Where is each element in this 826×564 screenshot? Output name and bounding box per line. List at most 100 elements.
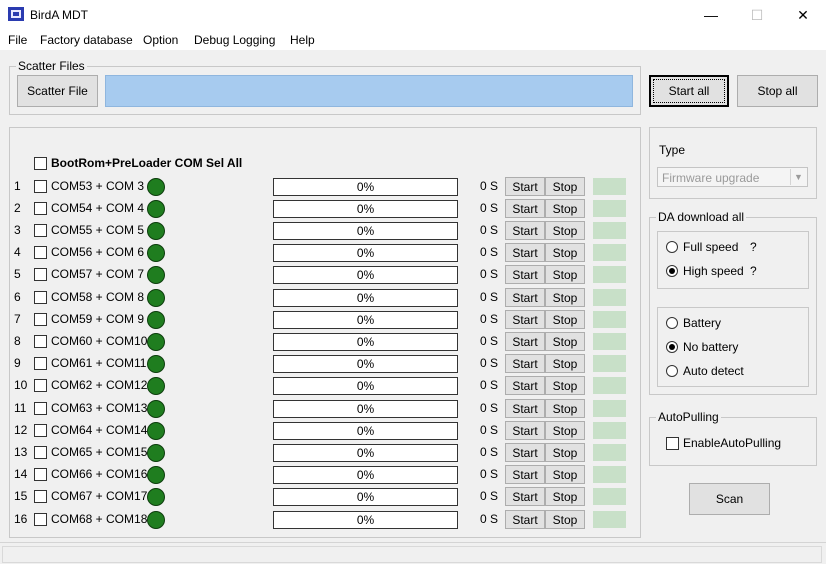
port-index: 2 [14, 201, 21, 215]
port-start-button[interactable]: Start [505, 510, 545, 529]
port-checkbox[interactable] [34, 202, 47, 215]
port-stop-button[interactable]: Stop [545, 487, 585, 506]
port-index: 14 [14, 467, 28, 481]
port-progress-bar: 0% [273, 244, 458, 262]
port-start-button[interactable]: Start [505, 221, 545, 240]
port-index: 11 [14, 401, 27, 415]
menu-option[interactable]: Option [143, 33, 178, 47]
port-stop-button[interactable]: Stop [545, 265, 585, 284]
port-row: 16 COM68 + COM18 0% 0 S Start Stop [14, 509, 634, 531]
port-status-cell [593, 311, 626, 328]
port-start-button[interactable]: Start [505, 487, 545, 506]
port-start-button[interactable]: Start [505, 443, 545, 462]
port-index: 15 [14, 489, 28, 503]
port-stop-button[interactable]: Stop [545, 243, 585, 262]
port-checkbox[interactable] [34, 268, 47, 281]
port-checkbox[interactable] [34, 335, 47, 348]
maximize-icon: ☐ [750, 6, 764, 23]
maximize-button[interactable]: ☐ [734, 0, 780, 30]
port-checkbox[interactable] [34, 490, 47, 503]
port-start-button[interactable]: Start [505, 288, 545, 307]
port-elapsed-time: 0 S [480, 512, 499, 526]
port-stop-button[interactable]: Stop [545, 421, 585, 440]
scatter-file-path-field[interactable] [105, 75, 633, 107]
status-led-icon [147, 266, 165, 284]
port-checkbox[interactable] [34, 446, 47, 459]
select-all-checkbox[interactable] [34, 157, 47, 170]
port-stop-button[interactable]: Stop [545, 399, 585, 418]
status-led-icon [147, 511, 165, 529]
port-checkbox[interactable] [34, 180, 47, 193]
port-checkbox[interactable] [34, 291, 47, 304]
menu-file[interactable]: File [8, 33, 27, 47]
port-stop-button[interactable]: Stop [545, 310, 585, 329]
port-checkbox[interactable] [34, 468, 47, 481]
port-stop-button[interactable]: Stop [545, 332, 585, 351]
port-index: 5 [14, 267, 21, 281]
port-row: 14 COM66 + COM16 0% 0 S Start Stop [14, 464, 634, 486]
port-checkbox[interactable] [34, 313, 47, 326]
port-start-button[interactable]: Start [505, 399, 545, 418]
scatter-files-title: Scatter Files [16, 59, 87, 73]
port-stop-button[interactable]: Stop [545, 221, 585, 240]
port-checkbox[interactable] [34, 379, 47, 392]
port-progress-bar: 0% [273, 422, 458, 440]
port-stop-button[interactable]: Stop [545, 510, 585, 529]
status-led-icon [147, 488, 165, 506]
port-start-button[interactable]: Start [505, 376, 545, 395]
port-stop-button[interactable]: Stop [545, 199, 585, 218]
port-start-button[interactable]: Start [505, 465, 545, 484]
stop-all-button[interactable]: Stop all [737, 75, 818, 107]
port-checkbox[interactable] [34, 246, 47, 259]
port-status-cell [593, 422, 626, 439]
high-speed-radio[interactable] [666, 265, 678, 277]
status-led-icon [147, 311, 165, 329]
port-progress-bar: 0% [273, 289, 458, 307]
menu-debug-logging[interactable]: Debug Logging [194, 33, 275, 47]
type-select[interactable]: Firmware upgrade ▼ [657, 167, 808, 187]
port-start-button[interactable]: Start [505, 243, 545, 262]
menu-factory-database[interactable]: Factory database [40, 33, 133, 47]
chevron-down-icon: ▼ [790, 169, 806, 185]
port-checkbox[interactable] [34, 424, 47, 437]
minimize-button[interactable]: — [688, 0, 734, 30]
port-start-button[interactable]: Start [505, 177, 545, 196]
start-all-button[interactable]: Start all [649, 75, 729, 107]
port-stop-button[interactable]: Stop [545, 354, 585, 373]
port-checkbox[interactable] [34, 357, 47, 370]
port-row: 1 COM53 + COM 3 0% 0 S Start Stop [14, 176, 634, 198]
enable-autopulling-checkbox[interactable] [666, 437, 679, 450]
port-row: 11 COM63 + COM13 0% 0 S Start Stop [14, 398, 634, 420]
port-elapsed-time: 0 S [480, 245, 499, 259]
port-elapsed-time: 0 S [480, 267, 499, 281]
battery-radio[interactable] [666, 317, 678, 329]
port-start-button[interactable]: Start [505, 199, 545, 218]
port-stop-button[interactable]: Stop [545, 177, 585, 196]
port-checkbox[interactable] [34, 513, 47, 526]
scan-button[interactable]: Scan [689, 483, 770, 515]
port-start-button[interactable]: Start [505, 310, 545, 329]
no-battery-radio[interactable] [666, 341, 678, 353]
port-stop-button[interactable]: Stop [545, 465, 585, 484]
scatter-file-button[interactable]: Scatter File [17, 75, 98, 107]
port-checkbox[interactable] [34, 224, 47, 237]
port-row: 6 COM58 + COM 8 0% 0 S Start Stop [14, 287, 634, 309]
port-stop-button[interactable]: Stop [545, 443, 585, 462]
port-index: 8 [14, 334, 21, 348]
full-speed-radio[interactable] [666, 241, 678, 253]
port-stop-button[interactable]: Stop [545, 376, 585, 395]
port-start-button[interactable]: Start [505, 421, 545, 440]
port-elapsed-time: 0 S [480, 445, 499, 459]
port-start-button[interactable]: Start [505, 332, 545, 351]
menu-help[interactable]: Help [290, 33, 315, 47]
port-start-button[interactable]: Start [505, 354, 545, 373]
status-bar-pane [2, 546, 822, 563]
menu-bar: File Factory database Option Debug Loggi… [0, 30, 826, 50]
port-checkbox[interactable] [34, 402, 47, 415]
port-row: 3 COM55 + COM 5 0% 0 S Start Stop [14, 220, 634, 242]
port-com-label: COM64 + COM14 [51, 423, 148, 437]
auto-detect-radio[interactable] [666, 365, 678, 377]
close-button[interactable]: ✕ [780, 0, 826, 30]
port-stop-button[interactable]: Stop [545, 288, 585, 307]
port-start-button[interactable]: Start [505, 265, 545, 284]
